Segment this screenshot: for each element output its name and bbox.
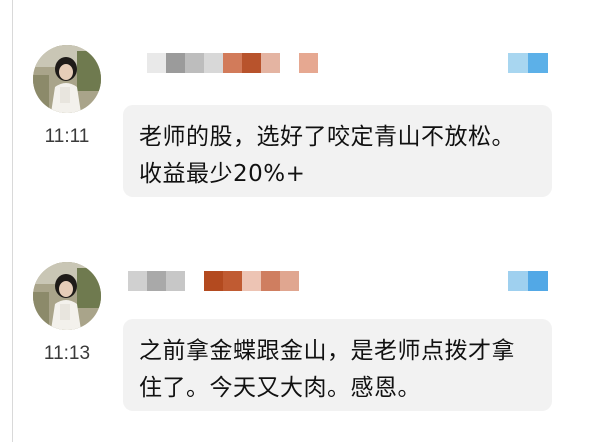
avatar-photo: [33, 262, 101, 330]
pixel-block: [147, 53, 166, 73]
pixel-block: [204, 271, 223, 291]
pixel-block: [147, 271, 166, 291]
pixel-block: [128, 53, 147, 73]
pixel-block: [223, 271, 242, 291]
pixel-block: [508, 271, 528, 291]
message-bubble[interactable]: 之前拿金蝶跟金山，是老师点拨才拿住了。今天又大肉。感恩。: [123, 319, 552, 411]
avatar[interactable]: [33, 45, 101, 113]
pixel-block: [528, 271, 548, 291]
avatar[interactable]: [33, 262, 101, 330]
pixel-block: [166, 271, 185, 291]
pixel-block: [508, 53, 528, 73]
message-timestamp: 11:13: [43, 343, 91, 364]
pixel-block: [261, 53, 280, 73]
pixel-block: [528, 53, 548, 73]
pixel-block: [223, 53, 242, 73]
pixel-block: [280, 271, 299, 291]
pixel-block: [185, 271, 204, 291]
pixel-block: [242, 53, 261, 73]
pixel-block: [242, 271, 261, 291]
sender-tag-pixelated: [508, 271, 548, 291]
sender-name-pixelated: [128, 53, 318, 73]
avatar-photo: [33, 45, 101, 113]
sender-tag-pixelated: [508, 53, 548, 73]
pixel-block: [166, 53, 185, 73]
pixel-block: [204, 53, 223, 73]
pixel-block: [280, 53, 299, 73]
pixel-block: [128, 271, 147, 291]
sender-name-pixelated: [128, 271, 299, 291]
pixel-block: [185, 53, 204, 73]
message-timestamp: 11:11: [44, 126, 90, 147]
message-bubble[interactable]: 老师的股，选好了咬定青山不放松。收益最少20%+: [123, 105, 552, 197]
left-divider: [12, 0, 13, 442]
pixel-block: [299, 53, 318, 73]
pixel-block: [261, 271, 280, 291]
